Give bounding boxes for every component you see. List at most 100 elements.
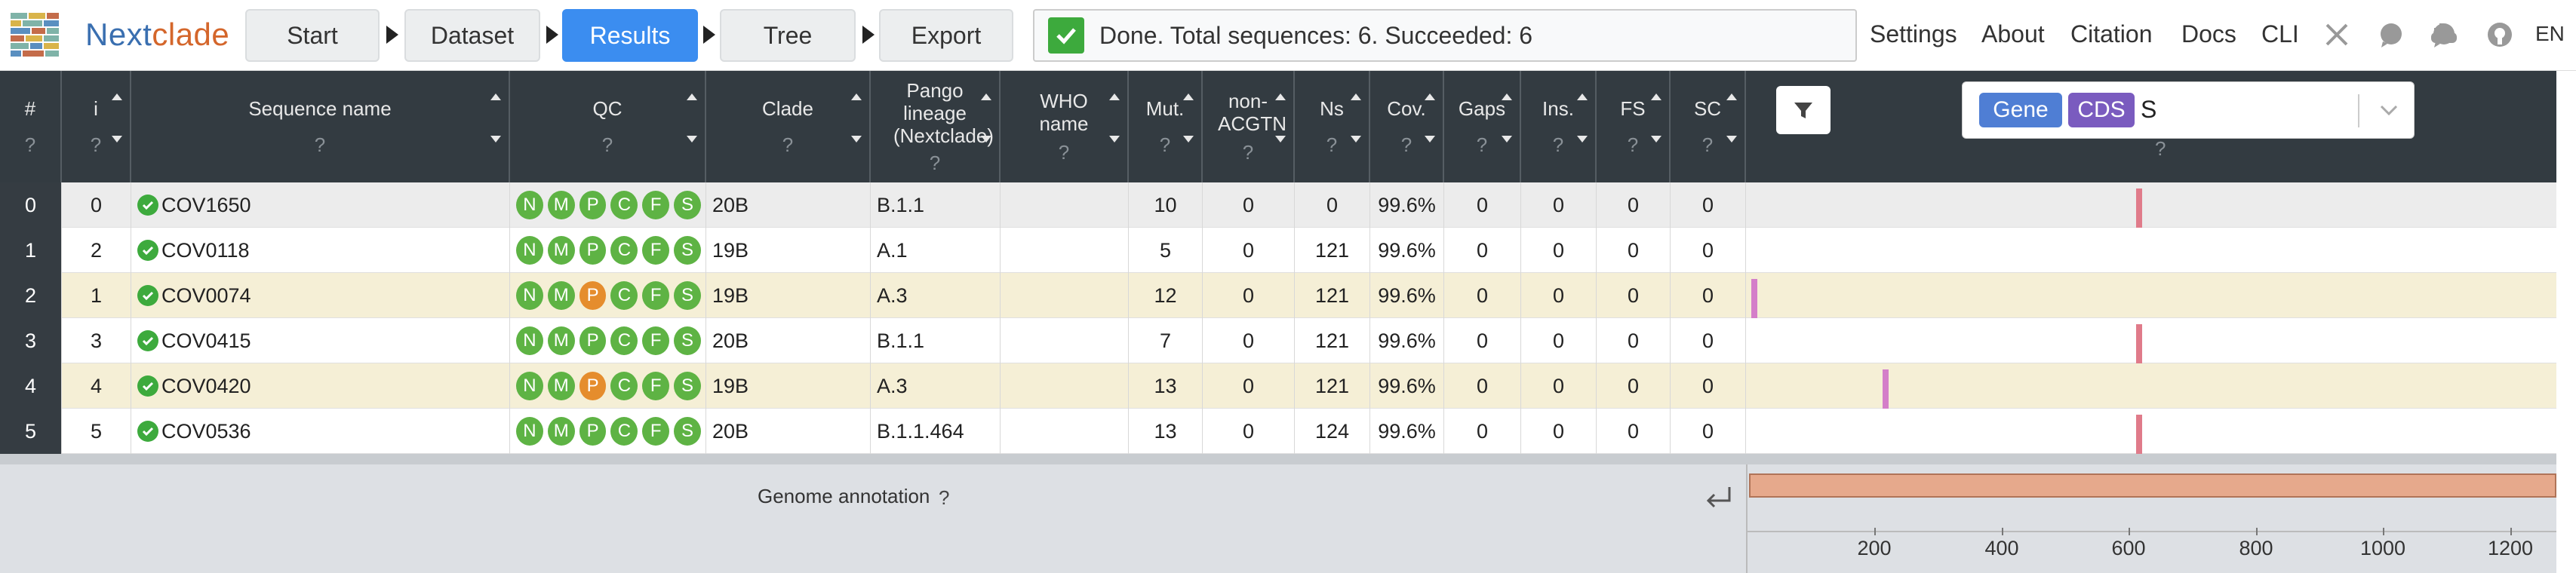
qc-badge-c[interactable]: C	[610, 417, 638, 446]
col-header-qc[interactable]: QC?	[510, 71, 706, 182]
filter-button[interactable]	[1776, 86, 1831, 134]
sort-desc-icon[interactable]	[1275, 136, 1286, 142]
qc-badge-p[interactable]: P	[579, 372, 607, 400]
col-header-mutations[interactable]: Mut.?	[1129, 71, 1203, 182]
sort-asc-icon[interactable]	[1275, 93, 1286, 100]
step-start-button[interactable]: Start	[245, 9, 380, 62]
github-icon[interactable]	[2485, 20, 2514, 49]
chevron-down-icon[interactable]	[2378, 99, 2400, 121]
language-switcher[interactable]: EN	[2535, 22, 2565, 46]
qc-badge-s[interactable]: S	[674, 417, 701, 446]
help-icon[interactable]: ?	[1059, 141, 1069, 164]
qc-badge-n[interactable]: N	[516, 281, 543, 310]
status-ok-icon[interactable]	[137, 285, 158, 306]
qc-badge-f[interactable]: F	[642, 191, 670, 219]
col-header-i[interactable]: i?	[62, 71, 131, 182]
table-row[interactable]: 1 2 COV0118 N M P C F S 19B A.1 5 0 121 99.6% 0 0 0 0	[0, 228, 2556, 273]
help-icon[interactable]: ?	[1326, 133, 1337, 157]
qc-badge-c[interactable]: C	[610, 191, 638, 219]
sort-desc-icon[interactable]	[112, 136, 122, 142]
qc-badge-s[interactable]: S	[674, 236, 701, 265]
nav-settings-link[interactable]: Settings	[1870, 20, 1957, 48]
sort-desc-icon[interactable]	[981, 136, 991, 142]
status-ok-icon[interactable]	[137, 375, 158, 397]
col-header-ns[interactable]: Ns?	[1295, 71, 1370, 182]
step-dataset-button[interactable]: Dataset	[404, 9, 540, 62]
sort-asc-icon[interactable]	[1577, 93, 1588, 100]
qc-badge-m[interactable]: M	[547, 326, 575, 355]
col-header-who-name[interactable]: WHO name?	[1001, 71, 1129, 182]
qc-badge-c[interactable]: C	[610, 236, 638, 265]
qc-badge-n[interactable]: N	[516, 191, 543, 219]
qc-badge-p[interactable]: P	[579, 236, 607, 265]
gene-s-bar[interactable]	[1749, 473, 2556, 498]
sort-asc-icon[interactable]	[1425, 93, 1435, 100]
sort-asc-icon[interactable]	[1651, 93, 1661, 100]
help-icon[interactable]: ?	[602, 133, 613, 157]
sort-asc-icon[interactable]	[1502, 93, 1512, 100]
x-twitter-icon[interactable]	[2322, 20, 2351, 49]
sort-asc-icon[interactable]	[1109, 93, 1120, 100]
col-header-gaps[interactable]: Gaps?	[1444, 71, 1521, 182]
insertion-marker[interactable]	[1883, 369, 1889, 409]
help-icon[interactable]: ?	[2155, 137, 2166, 161]
qc-badge-f[interactable]: F	[642, 281, 670, 310]
qc-badge-n[interactable]: N	[516, 417, 543, 446]
sort-asc-icon[interactable]	[1726, 93, 1737, 100]
sort-desc-icon[interactable]	[1577, 136, 1588, 142]
mutation-marker[interactable]	[2136, 415, 2142, 454]
sequence-view[interactable]	[1748, 182, 2556, 228]
qc-badge-s[interactable]: S	[674, 191, 701, 219]
col-header-stop-codons[interactable]: SC?	[1671, 71, 1746, 182]
col-header-non-acgtn[interactable]: non-ACGTN?	[1203, 71, 1295, 182]
col-header-clade[interactable]: Clade?	[706, 71, 871, 182]
qc-badge-n[interactable]: N	[516, 236, 543, 265]
discussion-icon-b[interactable]	[2377, 20, 2405, 49]
status-ok-icon[interactable]	[137, 330, 158, 351]
sort-desc-icon[interactable]	[851, 136, 862, 142]
sort-asc-icon[interactable]	[687, 93, 697, 100]
nav-citation-link[interactable]: Citation	[2070, 20, 2153, 48]
sort-desc-icon[interactable]	[1183, 136, 1194, 142]
col-header-row-index[interactable]: #?	[0, 71, 62, 182]
sort-desc-icon[interactable]	[490, 136, 501, 142]
qc-badge-s[interactable]: S	[674, 281, 701, 310]
sequence-view[interactable]	[1748, 273, 2556, 318]
nav-about-link[interactable]: About	[1981, 20, 2045, 48]
sort-asc-icon[interactable]	[112, 93, 122, 100]
table-row[interactable]: 3 3 COV0415 N M P C F S 20B B.1.1 7 0 121 99.6% 0 0 0 0	[0, 318, 2556, 363]
sort-asc-icon[interactable]	[1351, 93, 1361, 100]
status-ok-icon[interactable]	[137, 195, 158, 216]
qc-badge-m[interactable]: M	[547, 417, 575, 446]
enter-return-icon[interactable]	[1702, 483, 1735, 513]
qc-badge-p[interactable]: P	[579, 191, 607, 219]
qc-badge-p[interactable]: P	[579, 417, 607, 446]
step-results-button[interactable]: Results	[562, 9, 698, 62]
qc-badge-m[interactable]: M	[547, 236, 575, 265]
mutation-marker[interactable]	[2136, 188, 2142, 228]
sort-desc-icon[interactable]	[1726, 136, 1737, 142]
status-ok-icon[interactable]	[137, 240, 158, 261]
sort-asc-icon[interactable]	[851, 93, 862, 100]
sort-desc-icon[interactable]	[1351, 136, 1361, 142]
gene-select-value[interactable]: S	[2141, 96, 2156, 124]
sort-desc-icon[interactable]	[687, 136, 697, 142]
qc-badge-m[interactable]: M	[547, 372, 575, 400]
qc-badge-p[interactable]: P	[579, 281, 607, 310]
help-icon[interactable]: ?	[930, 152, 940, 175]
qc-badge-m[interactable]: M	[547, 281, 575, 310]
col-header-insertions[interactable]: Ins.?	[1521, 71, 1597, 182]
qc-badge-f[interactable]: F	[642, 372, 670, 400]
sort-desc-icon[interactable]	[1109, 136, 1120, 142]
step-export-button[interactable]: Export	[879, 9, 1013, 62]
sort-asc-icon[interactable]	[981, 93, 991, 100]
sequence-view[interactable]	[1748, 363, 2556, 409]
qc-badge-f[interactable]: F	[642, 236, 670, 265]
qc-badge-p[interactable]: P	[579, 326, 607, 355]
brand-title[interactable]: Nextclade	[85, 17, 229, 53]
help-icon[interactable]: ?	[1628, 133, 1638, 157]
qc-badge-n[interactable]: N	[516, 372, 543, 400]
table-row[interactable]: 2 1 COV0074 N M P C F S 19B A.3 12 0 121 99.6% 0 0 0 0	[0, 273, 2556, 318]
qc-badge-m[interactable]: M	[547, 191, 575, 219]
sort-desc-icon[interactable]	[1425, 136, 1435, 142]
